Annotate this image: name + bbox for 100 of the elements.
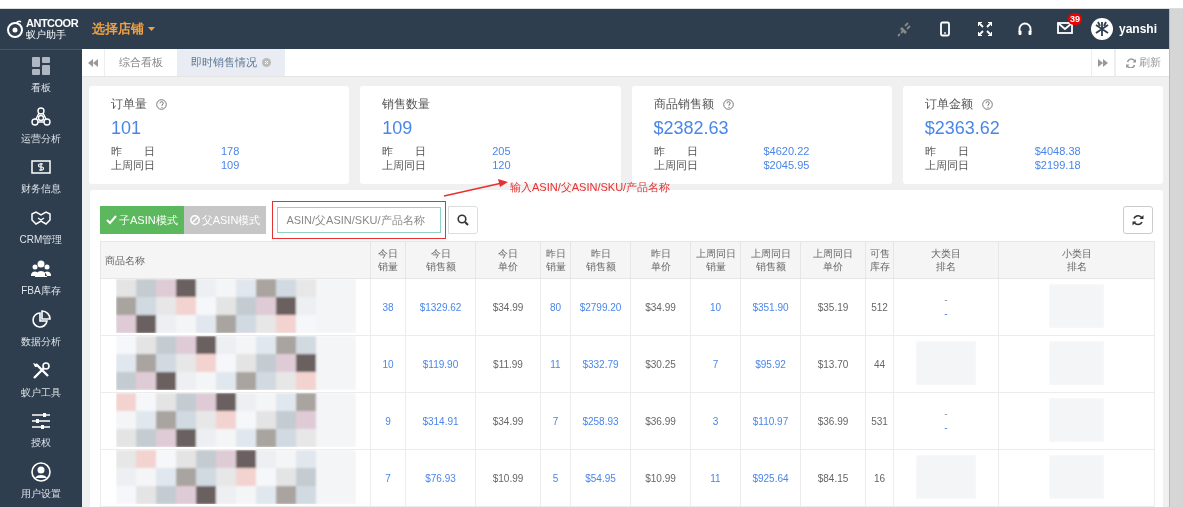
annotation-text: 输入ASIN/父ASIN/SKU/产品名称 (510, 180, 671, 195)
table-cell: $351.90 (740, 278, 801, 336)
notification-badge: 39 (1068, 12, 1082, 25)
table-cell: $314.91 (405, 392, 476, 450)
table-cell: 3 (690, 392, 741, 450)
table-cell: 512 (865, 278, 894, 336)
stat-compare-value: $4620.22 (763, 144, 810, 158)
stat-compare-value: 178 (221, 144, 240, 158)
stat-title: 订单金额 (924, 96, 973, 113)
table-cell: 11 (690, 449, 741, 507)
table-cell: $76.93 (405, 449, 476, 507)
column-header: 上周同日 单价 (800, 241, 866, 279)
stat-value: 109 (382, 118, 414, 139)
table-cell: $34.99 (475, 392, 541, 450)
table-cell: 5 (540, 449, 571, 507)
sidebar-label: 财务信息 (21, 182, 61, 197)
table-cell: $332.79 (570, 335, 631, 393)
stat-label: 上周同日 (382, 158, 428, 172)
stat-compare-value: $2199.18 (1034, 158, 1081, 172)
rewind-icon[interactable] (88, 57, 98, 68)
table-cell: 44 (865, 335, 894, 393)
ban-icon (189, 215, 200, 225)
table-cell: $110.97 (740, 392, 801, 450)
network-icon (31, 106, 51, 127)
sidebar-item[interactable]: 财务信息 (0, 151, 82, 203)
sidebar-item[interactable]: 数据分析 (0, 303, 82, 355)
stat-label: 昨 日 (382, 144, 428, 158)
plug-icon[interactable] (897, 21, 913, 37)
tab[interactable]: 即时销售情况 (177, 49, 285, 76)
table-cell: $36.99 (800, 392, 866, 450)
sidebar-item[interactable]: 运营分析 (0, 100, 82, 152)
sidebar-item[interactable]: CRM管理 (0, 202, 82, 254)
search-field[interactable]: ASIN/父ASIN/SKU/产品名称 (277, 207, 442, 233)
sidebar-label: CRM管理 (19, 233, 63, 248)
rank-dash: - (943, 421, 949, 435)
column-header: 今日 销售额 (405, 241, 476, 279)
sidebar-label: 用户设置 (21, 487, 61, 502)
refresh-icon (1126, 57, 1136, 68)
table-cell: $925.64 (740, 449, 801, 507)
headphones-icon[interactable] (1017, 21, 1033, 37)
avatar-icon[interactable] (1091, 18, 1113, 40)
column-header: 商品名称 (100, 241, 371, 279)
sidebar-item[interactable]: 用户设置 (0, 456, 82, 507)
sidebar-label: 运营分析 (21, 131, 61, 146)
table-cell: $84.15 (800, 449, 866, 507)
table-cell: $258.93 (570, 392, 631, 450)
column-header: 小类目 排名 (998, 241, 1155, 279)
table-cell: $10.99 (630, 449, 691, 507)
search-icon (457, 214, 470, 226)
sidebar-item[interactable]: 蚁户工具 (0, 354, 82, 406)
tools-icon (31, 360, 51, 381)
refresh-button[interactable] (1123, 206, 1153, 234)
check-icon (106, 215, 117, 225)
stat-compare-value: $4048.38 (1034, 144, 1081, 158)
rank-dash: - (943, 293, 949, 307)
stat-compare-value: 120 (492, 158, 511, 172)
table-cell: 10 (690, 278, 741, 336)
sidebar-item[interactable]: FBA库存 (0, 253, 82, 304)
table-cell: $119.90 (405, 335, 476, 393)
stat-compare-value: 109 (221, 158, 240, 172)
column-header: 上周同日 销量 (690, 241, 741, 279)
table-cell: $35.19 (800, 278, 866, 336)
stat-label: 上周同日 (653, 158, 699, 172)
table-cell: $95.92 (740, 335, 801, 393)
tab[interactable]: 综合看板 (105, 49, 177, 76)
stat-label: 昨 日 (111, 144, 156, 158)
sidebar-item[interactable]: 看板 (0, 50, 82, 101)
table-cell: 11 (540, 335, 571, 393)
sliders-icon (31, 411, 51, 432)
column-header: 今日 单价 (475, 241, 541, 279)
people-icon (31, 259, 51, 279)
grid-icon (31, 55, 51, 76)
expand-icon[interactable] (977, 21, 993, 37)
sidebar-item[interactable]: 授权 (0, 405, 82, 457)
column-header: 上周同日 销售额 (740, 241, 801, 279)
stat-compare-value: 205 (492, 144, 511, 158)
caret-icon (148, 27, 155, 31)
column-header: 昨日 单价 (630, 241, 691, 279)
pie-chart-icon (31, 309, 51, 330)
refresh-icon (1132, 214, 1144, 226)
table-cell: $34.99 (630, 278, 691, 336)
table-cell: $10.99 (475, 449, 541, 507)
scrollbar[interactable] (1169, 9, 1183, 507)
table-cell: $1329.62 (405, 278, 476, 336)
table-cell: $54.95 (570, 449, 631, 507)
table-cell: 10 (370, 335, 406, 393)
stat-label: 昨 日 (924, 144, 970, 158)
user-name[interactable]: yanshi (1119, 22, 1157, 36)
sidebar-label: FBA库存 (21, 284, 61, 298)
stat-title: 订单量 (111, 96, 147, 113)
stat-value: $2382.63 (653, 118, 730, 139)
store-selector[interactable]: 选择店铺 (92, 20, 155, 38)
fast-forward-icon[interactable] (1098, 57, 1108, 68)
table-cell: $34.99 (475, 278, 541, 336)
table-cell: 38 (370, 278, 406, 336)
phone-icon[interactable] (937, 21, 953, 37)
rank-dash: - (943, 407, 949, 421)
stat-label: 昨 日 (653, 144, 699, 158)
search-button[interactable] (448, 206, 479, 234)
table-cell: 7 (690, 335, 741, 393)
